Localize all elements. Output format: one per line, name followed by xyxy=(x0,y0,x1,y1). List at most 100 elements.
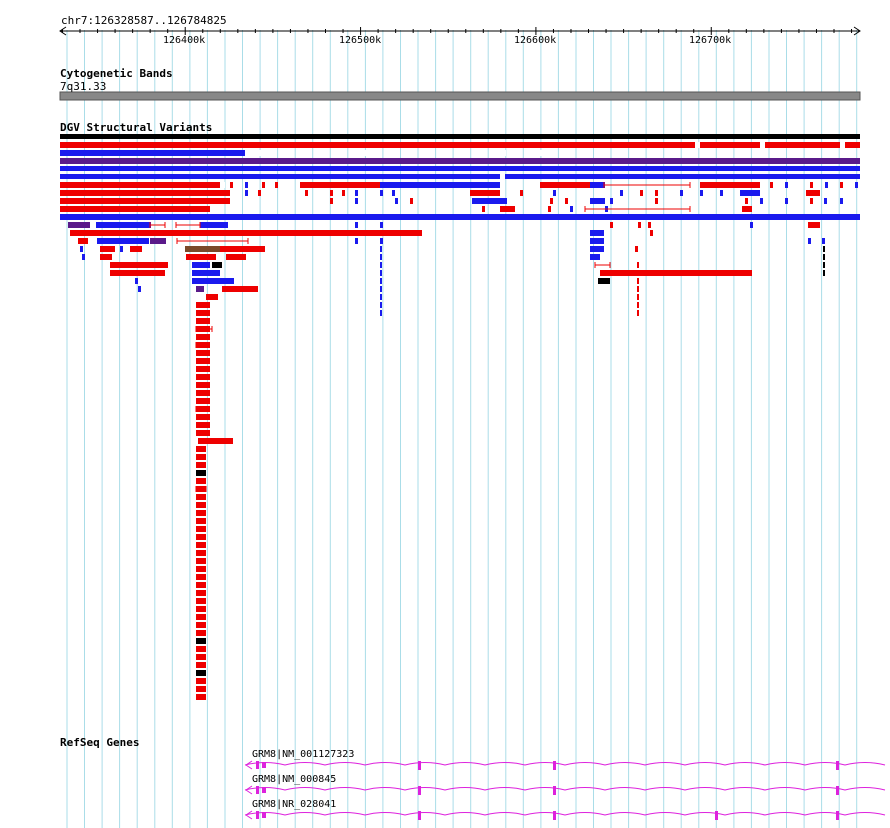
variant-feature xyxy=(823,254,825,260)
variant-feature xyxy=(196,638,206,644)
variant-feature xyxy=(380,310,382,316)
variant-feature xyxy=(275,182,278,188)
gene-exon xyxy=(836,761,839,770)
variant-feature xyxy=(808,222,820,228)
variant-feature xyxy=(68,222,90,228)
variant-feature xyxy=(637,262,639,268)
variant-feature xyxy=(380,222,383,228)
variant-feature xyxy=(196,318,210,324)
variant-feature xyxy=(810,182,813,188)
variant-feature xyxy=(855,182,858,188)
variant-feature xyxy=(196,446,206,452)
variant-feature xyxy=(150,238,166,244)
track-title-refseq[interactable]: RefSeq Genes xyxy=(60,737,139,749)
variant-feature xyxy=(96,222,151,228)
variant-feature xyxy=(823,246,825,252)
variant-feature xyxy=(355,190,358,196)
variant-gap xyxy=(695,142,700,148)
track-title-dgv[interactable]: DGV Structural Variants xyxy=(60,122,212,134)
variant-feature xyxy=(635,246,638,252)
variant-feature xyxy=(120,246,123,252)
variant-feature xyxy=(196,422,210,428)
variant-feature xyxy=(196,622,206,628)
variant-feature xyxy=(125,182,128,188)
variant-feature xyxy=(822,238,825,244)
variant-feature xyxy=(60,142,860,148)
variant-feature xyxy=(330,198,333,204)
variant-feature xyxy=(655,198,658,204)
variant-feature xyxy=(196,550,206,556)
variant-gap xyxy=(500,150,506,156)
variant-gap xyxy=(760,142,765,148)
variant-feature xyxy=(380,302,382,308)
variant-feature xyxy=(590,238,604,244)
variant-feature xyxy=(380,270,382,276)
variant-feature xyxy=(78,238,88,244)
ruler-tick-label: 126500k xyxy=(339,35,382,46)
variant-feature xyxy=(380,254,382,260)
variant-gap xyxy=(220,182,225,188)
gene-intron-line xyxy=(244,787,886,791)
variant-feature xyxy=(380,286,382,292)
variant-feature xyxy=(196,478,206,484)
variant-feature xyxy=(655,190,658,196)
cytoband-bar xyxy=(59,91,861,101)
variant-feature xyxy=(60,214,860,220)
variant-feature xyxy=(196,390,210,396)
gene-label[interactable]: GRM8|NM_001127323 xyxy=(252,749,354,761)
variant-feature xyxy=(60,166,860,171)
variant-feature xyxy=(155,182,158,188)
variant-feature xyxy=(196,286,204,292)
gene-strand-arrow xyxy=(245,785,253,795)
variant-feature xyxy=(130,246,142,252)
variant-feature xyxy=(330,190,333,196)
gene-strand-arrow xyxy=(245,810,253,820)
variant-gap xyxy=(760,150,766,156)
gene-exon xyxy=(715,811,718,820)
track-title-cytoband[interactable]: Cytogenetic Bands xyxy=(60,68,173,80)
variant-gap xyxy=(440,150,446,156)
variant-feature xyxy=(500,206,515,212)
variant-feature xyxy=(810,198,813,204)
variant-feature xyxy=(590,198,605,204)
variant-feature xyxy=(97,238,149,244)
variant-feature xyxy=(553,190,556,196)
gene-exon xyxy=(262,762,266,768)
variant-feature xyxy=(750,222,753,228)
variant-gap xyxy=(840,150,846,156)
variant-feature xyxy=(196,694,206,700)
gene-label[interactable]: GRM8|NR_028041 xyxy=(252,799,336,811)
variant-feature xyxy=(100,254,112,260)
variant-feature xyxy=(135,278,138,284)
genome-browser-view: chr7:126328587..126784825 126400k 126500… xyxy=(0,0,890,828)
gene-label[interactable]: GRM8|NM_000845 xyxy=(252,774,336,786)
variant-feature xyxy=(60,206,210,212)
variant-feature xyxy=(637,310,639,316)
variant-feature xyxy=(355,222,358,228)
variant-feature xyxy=(637,270,639,276)
variant-feature xyxy=(196,502,206,508)
variant-feature xyxy=(196,534,206,540)
variant-feature xyxy=(196,382,210,388)
variant-feature xyxy=(590,230,604,236)
variant-feature xyxy=(742,206,752,212)
gene-exon xyxy=(256,811,259,819)
variant-feature xyxy=(192,262,210,268)
variant-gap xyxy=(360,150,366,156)
variant-gap xyxy=(245,150,251,156)
variant-feature xyxy=(380,294,382,300)
variant-feature xyxy=(550,198,553,204)
variant-feature xyxy=(196,430,210,436)
variant-feature xyxy=(680,190,683,196)
variant-feature xyxy=(140,182,143,188)
variant-feature xyxy=(192,270,220,276)
variant-feature xyxy=(196,566,206,572)
variant-feature xyxy=(355,238,358,244)
variant-feature xyxy=(610,198,613,204)
variant-feature xyxy=(196,470,206,476)
cytoband-label: 7q31.33 xyxy=(60,80,107,93)
variant-feature xyxy=(770,182,773,188)
variant-gap xyxy=(300,150,306,156)
variant-feature xyxy=(196,462,206,468)
variant-feature xyxy=(392,190,395,196)
